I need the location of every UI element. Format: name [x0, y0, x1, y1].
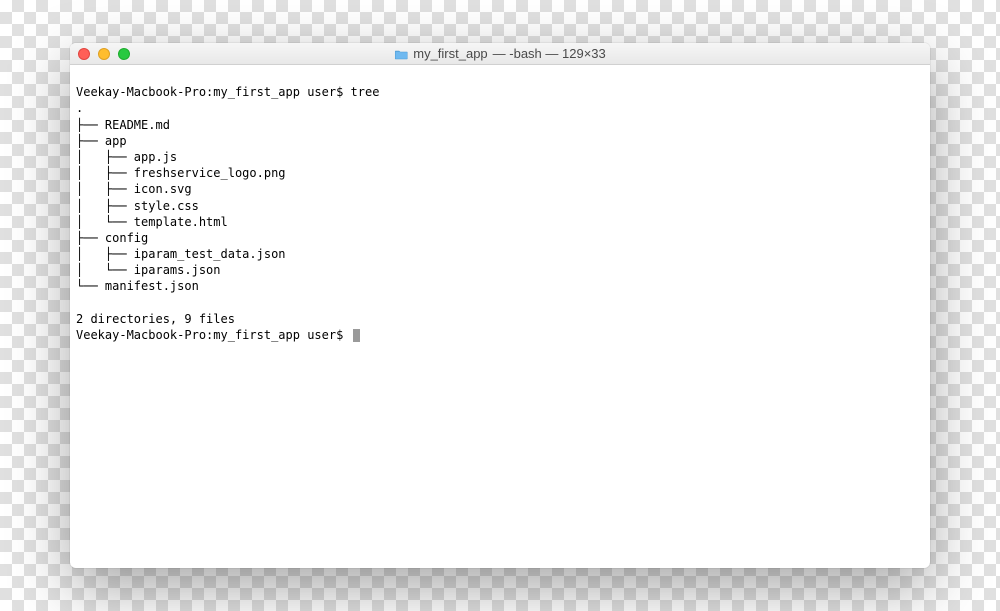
cursor: [353, 329, 360, 342]
traffic-lights: [78, 48, 130, 60]
close-button[interactable]: [78, 48, 90, 60]
tree-output: . ├── README.md ├── app │ ├── app.js │ ├…: [76, 101, 286, 293]
prompt-command: tree: [351, 85, 380, 99]
terminal-window: my_first_app — -bash — 129×33 Veekay-Mac…: [70, 43, 930, 568]
prompt-prefix: Veekay-Macbook-Pro:my_first_app user$: [76, 85, 351, 99]
window-title: my_first_app — -bash — 129×33: [394, 46, 606, 61]
minimize-button[interactable]: [98, 48, 110, 60]
prompt-prefix-2: Veekay-Macbook-Pro:my_first_app user$: [76, 328, 351, 342]
window-title-suffix: — -bash — 129×33: [493, 46, 606, 61]
title-bar: my_first_app — -bash — 129×33: [70, 43, 930, 65]
folder-icon: [394, 48, 408, 59]
tree-summary: 2 directories, 9 files: [76, 312, 235, 326]
window-title-folder: my_first_app: [413, 46, 487, 61]
maximize-button[interactable]: [118, 48, 130, 60]
terminal-body[interactable]: Veekay-Macbook-Pro:my_first_app user$ tr…: [70, 65, 930, 568]
